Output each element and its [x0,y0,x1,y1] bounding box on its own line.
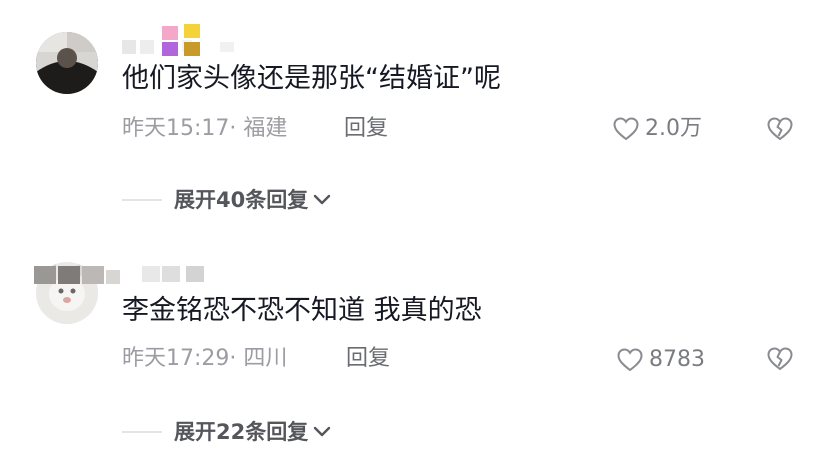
chevron-down-icon [314,194,331,205]
broken-heart-icon [767,347,793,371]
expand-replies-label: 展开22条回复 [174,420,309,444]
comment-time: 昨天15:17 [122,116,230,141]
comment-text: 李金铭恐不恐不知道 我真的恐 [122,295,482,326]
heart-outline-icon [617,348,643,372]
comment-meta: 昨天17:29· 四川 [122,345,287,373]
comment-location: · 福建 [229,116,288,141]
expand-divider [122,431,162,433]
username-mosaic[interactable] [122,24,252,60]
like-button[interactable]: 8783 [616,346,705,374]
expand-divider [122,199,162,201]
like-button[interactable]: 2.0万 [612,115,702,143]
user-avatar-image [36,32,98,94]
like-count: 2.0万 [645,116,702,141]
expand-replies-label: 展开40条回复 [174,188,309,212]
reply-button[interactable]: 回复 [344,115,388,143]
broken-heart-icon [767,117,793,141]
comment-item: 李金铭恐不恐不知道 我真的恐 昨天17:29· 四川 回复 8783 展开22条… [0,230,828,461]
expand-replies-button[interactable]: 展开40条回复 [122,186,333,214]
expand-replies-button[interactable]: 展开22条回复 [122,418,333,446]
avatar[interactable] [36,32,98,94]
reply-button[interactable]: 回复 [346,345,390,373]
username-mosaic[interactable] [34,266,322,286]
heart-outline-icon [613,117,639,141]
like-count: 8783 [649,347,705,372]
chevron-down-icon [314,426,331,437]
comment-location: · 四川 [229,346,288,371]
dislike-button[interactable] [766,346,794,376]
comment-meta: 昨天15:17· 福建 [122,115,287,143]
comment-text: 他们家头像还是那张“结婚证”呢 [122,63,501,94]
comment-item: 他们家头像还是那张“结婚证”呢 昨天15:17· 福建 回复 2.0万 展开40… [0,0,828,230]
dislike-button[interactable] [766,116,794,146]
comment-time: 昨天17:29 [122,346,230,371]
